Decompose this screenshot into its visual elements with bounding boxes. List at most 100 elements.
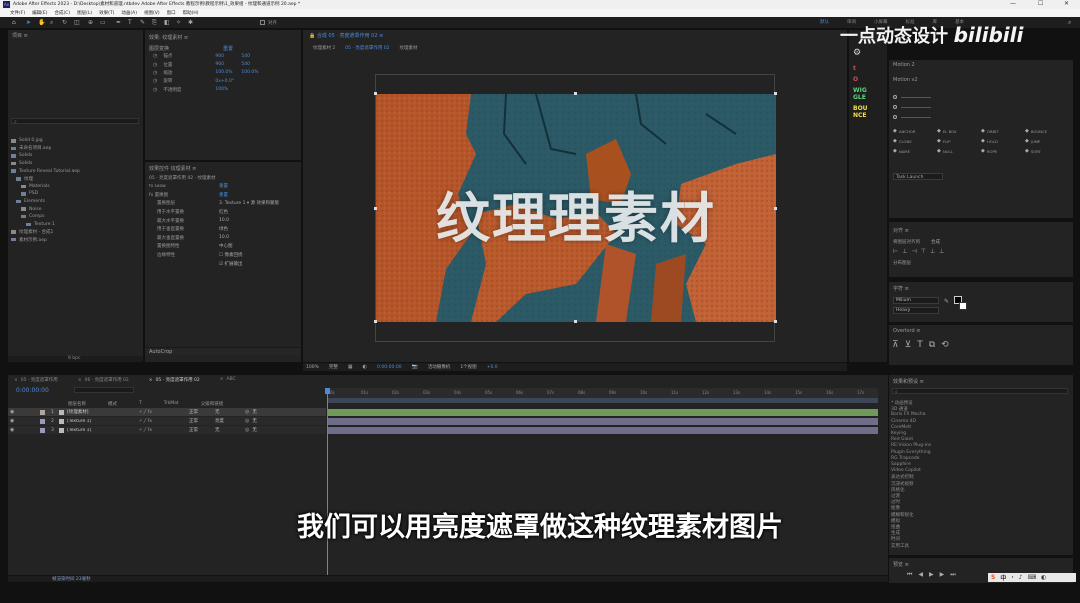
stamp-tool-icon[interactable]: ⎘	[152, 19, 157, 27]
motion-tool-button[interactable]: ◆ ORBIT	[981, 126, 1025, 136]
motion-tool-button[interactable]: ◆ ROPE	[981, 146, 1025, 156]
close-icon[interactable]: ×	[149, 378, 153, 383]
effect-row[interactable]: fx Glow 重置	[145, 182, 301, 191]
effects-presets-title[interactable]: 效果和预设 ≡	[893, 378, 924, 385]
align-hcenter-icon[interactable]: ⊥	[902, 248, 907, 255]
layer-trkmat[interactable]: 亮度	[215, 418, 245, 424]
eyedropper-icon[interactable]: ✎	[944, 298, 949, 305]
effect-value[interactable]: ☑ 扩展输出	[219, 261, 242, 267]
motion-tool-button[interactable]: ◆ CLONE	[893, 136, 937, 146]
composition-tab[interactable]: 🔒 合成 05 · 亮度遮罩作用 02 ≡	[309, 32, 383, 39]
transform-handle-bc[interactable]	[574, 320, 577, 323]
property-value-1[interactable]: 100%	[215, 87, 241, 92]
mask-icon[interactable]: ◐	[363, 364, 367, 370]
property-value-2[interactable]: 540	[241, 54, 250, 59]
roto-tool-icon[interactable]: ✧	[176, 19, 181, 26]
effect-value[interactable]: 10.0	[219, 235, 229, 240]
effect-category[interactable]: 过时	[891, 499, 900, 505]
effect-category[interactable]: 过渡	[891, 493, 900, 499]
property-value-2[interactable]: 540	[241, 62, 250, 67]
transform-row[interactable]: ◷ 锚点 960 540	[145, 52, 301, 60]
effect-value[interactable]: 红色	[219, 209, 228, 215]
align-top-icon[interactable]: ⊤	[921, 248, 926, 255]
timeline-search-input[interactable]	[74, 387, 134, 393]
overlord-pull-icon[interactable]: ⊻	[905, 340, 912, 350]
breadcrumb[interactable]: 纹理素材 2	[313, 45, 335, 51]
project-item[interactable]: 纹理	[8, 175, 143, 183]
motion-tool-button[interactable]: ◆ EL BOX	[937, 126, 981, 136]
script-tool-icon[interactable]: t	[853, 65, 871, 72]
play-icon[interactable]: ▶	[929, 571, 934, 579]
comp-title-text[interactable]: 纹理理素材	[436, 174, 736, 244]
effect-category[interactable]: 扭曲	[891, 524, 900, 530]
transform-handle-tc[interactable]	[574, 92, 577, 95]
quality-dropdown[interactable]: 完整	[329, 364, 338, 370]
layer-duration-bar[interactable]	[328, 417, 878, 425]
effect-value[interactable]: 重置	[219, 192, 228, 198]
eye-icon[interactable]: ◉	[10, 427, 20, 433]
layer-parent[interactable]: 无	[252, 418, 257, 424]
close-icon[interactable]: ×	[220, 377, 224, 382]
layer-label-color[interactable]	[40, 427, 45, 433]
effect-row[interactable]: ☑ 扩展输出	[145, 259, 301, 268]
playhead-marker[interactable]	[325, 388, 330, 394]
motion-tool-button[interactable]: ◆ ANCHOR	[893, 126, 937, 136]
effect-category[interactable]: RG Trapcode	[891, 456, 919, 462]
motion-panel-title[interactable]: Motion 2	[893, 62, 915, 68]
timeline-column-header[interactable]: 图层名称	[68, 401, 86, 408]
transform-handle-tr[interactable]	[774, 92, 777, 95]
layer-name[interactable]: [Texture 1]	[67, 419, 139, 424]
next-frame-icon[interactable]: ▶	[940, 571, 945, 579]
eye-icon[interactable]: ◉	[10, 418, 20, 424]
parent-pickwhip-icon[interactable]: ◎	[245, 409, 249, 415]
overlord-text-icon[interactable]: T	[917, 340, 923, 350]
project-item[interactable]: 纹理素材 - 合成1	[8, 228, 143, 236]
effect-value[interactable]: ☐ 像素回绕	[219, 252, 242, 258]
grid-icon[interactable]: ▦	[348, 364, 353, 370]
parent-pickwhip-icon[interactable]: ◎	[245, 418, 249, 424]
eraser-tool-icon[interactable]: ◧	[164, 19, 170, 26]
layer-name[interactable]: [Texture 1]	[67, 428, 139, 433]
snap-checkbox[interactable]	[260, 20, 265, 25]
timeline-tab[interactable]: × 05 · 亮度遮罩作用 02	[149, 377, 200, 383]
timeline-column-header[interactable]: T	[139, 401, 142, 408]
layer-parent[interactable]: 无	[252, 427, 257, 433]
overlord-push-icon[interactable]: ⊼	[892, 340, 899, 350]
layer-mode[interactable]: 正常	[189, 427, 215, 433]
pen-tool-icon[interactable]: ✒	[116, 19, 121, 26]
effect-category[interactable]: 沉浸式视频	[891, 481, 914, 487]
camera-tool-icon[interactable]: ◫	[74, 19, 80, 26]
rectangle-tool-icon[interactable]: ▭	[100, 19, 106, 26]
tray-icon[interactable]: ♪	[1019, 574, 1023, 581]
transform-handle-tl[interactable]	[374, 92, 377, 95]
motion-tool-button[interactable]: ◆ JUMP	[1025, 136, 1069, 146]
parent-pickwhip-icon[interactable]: ◎	[245, 427, 249, 433]
effect-row[interactable]: 边缘特性 ☐ 像素回绕	[145, 251, 301, 260]
effect-row[interactable]: fx 置换图 重置	[145, 191, 301, 200]
transform-reset[interactable]: 重置	[223, 45, 233, 52]
camera-dropdown[interactable]: 活动摄像机	[428, 364, 451, 370]
maximize-button[interactable]: ☐	[1038, 0, 1043, 7]
project-item[interactable]: Elements	[8, 198, 143, 206]
script-tool-icon[interactable]: O	[853, 76, 871, 83]
transform-handle-ml[interactable]	[374, 207, 377, 210]
layer-label-color[interactable]	[40, 409, 45, 415]
tray-icon[interactable]: ◐	[1041, 574, 1046, 581]
layer-trkmat[interactable]: 无	[215, 427, 245, 433]
timeline-tab[interactable]: × 05 · 亮度遮罩作用	[14, 377, 58, 383]
stopwatch-icon[interactable]: ◷	[153, 62, 157, 68]
zoom-tool-icon[interactable]: ⌕	[50, 19, 53, 27]
stopwatch-icon[interactable]: ◷	[153, 78, 157, 84]
effect-category[interactable]: 生成	[891, 530, 900, 536]
motion-tool-button[interactable]: ◆ BOUNCE	[1025, 126, 1069, 136]
menu-item[interactable]: 窗口	[167, 10, 176, 16]
timeline-tab[interactable]: × ABC	[220, 377, 236, 382]
layer-parent[interactable]: 无	[252, 409, 257, 415]
effect-controls-2-title[interactable]: 效果控件 纹理素材 ≡	[149, 165, 196, 172]
preview-panel-title[interactable]: 预览 ≡	[893, 561, 909, 568]
timeline-column-header[interactable]: 模式	[108, 401, 117, 408]
bpc-label[interactable]: 8 bpc	[68, 356, 80, 361]
timeline-tab[interactable]: × 06 · 亮度遮罩作用 02	[78, 377, 129, 383]
menu-item[interactable]: 帮助(H)	[183, 10, 199, 16]
puppet-tool-icon[interactable]: ✱	[188, 19, 193, 26]
